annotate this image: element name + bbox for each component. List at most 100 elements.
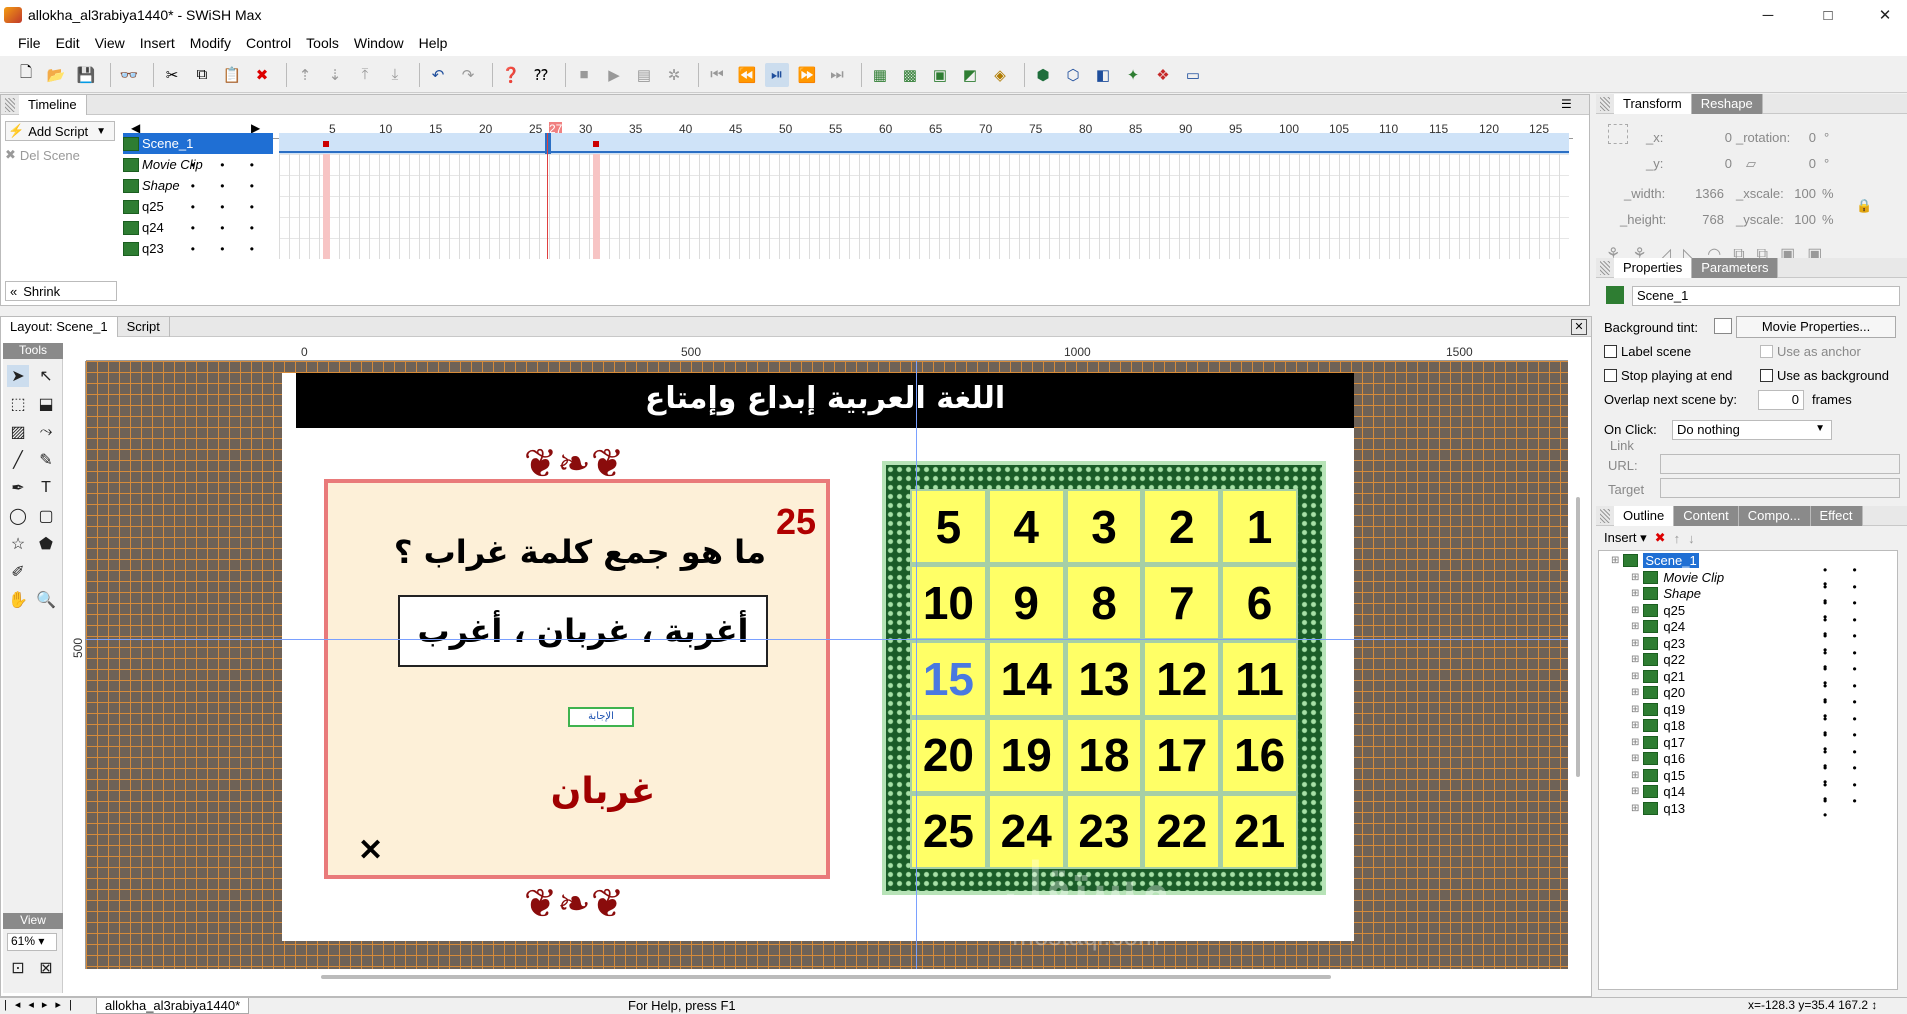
group-icon[interactable]: ⬢ [1031,63,1055,87]
expand-icon[interactable]: ⊞ [1631,753,1639,764]
layer-visibility-dots[interactable]: • • • [191,158,265,172]
vertical-scrollbar[interactable] [1576,497,1580,777]
stop-icon[interactable]: ■ [572,63,596,87]
play-effect-icon[interactable]: ✲ [662,63,686,87]
insert-button-icon[interactable]: ◩ [958,63,982,87]
move-bottom-icon[interactable]: ⤓ [383,63,407,87]
panel-grip[interactable] [5,97,15,112]
zoom-select[interactable]: 61% ▾ [7,933,57,951]
play-icon[interactable]: ▶ [602,63,626,87]
zoom-icon[interactable]: 🔍 [35,589,57,611]
close-button[interactable]: ✕ [1862,0,1907,30]
url-field[interactable] [1660,454,1900,474]
effect-icon[interactable]: ❖ [1151,63,1175,87]
ellipse-icon[interactable]: ◯ [7,505,29,527]
motion-path-icon[interactable]: ⤳ [35,421,57,443]
move-down-icon[interactable]: ↓ [1688,531,1695,546]
tab-parameters[interactable]: Parameters [1692,257,1779,278]
insert-group-icon[interactable]: ▣ [928,63,952,87]
expand-icon[interactable]: ⊞ [1631,605,1639,616]
expand-icon[interactable]: ⊞ [1631,720,1639,731]
number-cell[interactable]: 6 [1223,567,1296,639]
skew-value[interactable]: 0 [1796,156,1816,171]
document-tab[interactable]: allokha_al3rabiya1440* [96,998,250,1014]
target-select[interactable] [1660,478,1900,498]
ungroup-icon[interactable]: ⬡ [1061,63,1085,87]
number-cell[interactable]: 20 [912,719,985,791]
rotation-value[interactable]: 0 [1796,130,1816,145]
panel-grip[interactable] [1600,96,1610,111]
expand-icon[interactable]: ⊞ [1631,572,1639,583]
tab-outline[interactable]: Outline [1614,505,1675,526]
new-file-icon[interactable]: 🗋 [14,63,38,87]
height-value[interactable]: 768 [1678,212,1724,227]
timeline-layer-row[interactable]: q24 • • • [123,217,273,238]
save-icon[interactable]: 💾 [74,63,98,87]
number-cell[interactable]: 8 [1067,567,1141,639]
insert-menu[interactable]: Insert ▾ [1604,530,1647,546]
layer-visibility-dots[interactable]: • • • [191,200,265,214]
anchor-grid-icon[interactable] [1608,124,1628,144]
y-value[interactable]: 0 [1696,156,1732,171]
move-up-icon[interactable]: ⇡ [293,63,317,87]
timeline-layer-row[interactable]: q23 • • • [123,238,273,259]
expand-icon[interactable]: ⊞ [1631,770,1639,781]
tab-components[interactable]: Compo... [1738,505,1811,526]
menu-tools[interactable]: Tools [306,35,339,51]
break-apart-icon[interactable]: ✦ [1121,63,1145,87]
open-folder-icon[interactable]: 📂 [44,63,68,87]
insert-sprite-icon[interactable]: ▩ [898,63,922,87]
insert-content-icon[interactable]: ◈ [988,63,1012,87]
number-cell[interactable]: 5 [912,491,985,563]
expand-icon[interactable]: ⊞ [1611,555,1619,566]
expand-icon[interactable]: ⊞ [1631,737,1639,748]
movie-properties-button[interactable]: Movie Properties... [1736,316,1896,338]
number-cell[interactable]: 13 [1067,643,1141,715]
reshape-icon[interactable]: ⬚ [7,393,29,415]
visibility-dots[interactable]: • • • [1823,794,1891,822]
timeline-layer-row[interactable]: Shape • • • [123,175,273,196]
hand-icon[interactable]: ✋ [7,589,29,611]
number-cell[interactable]: 4 [989,491,1063,563]
yscale-value[interactable]: 100 [1786,212,1816,227]
context-help-icon[interactable]: ⁇ [529,63,553,87]
number-cell[interactable]: 3 [1067,491,1141,563]
xscale-value[interactable]: 100 [1786,186,1816,201]
tab-reshape[interactable]: Reshape [1691,93,1763,114]
use-background-checkbox[interactable]: Use as background [1760,368,1889,383]
previous-frame-icon[interactable]: ⏪ [735,63,759,87]
scene-name-field[interactable]: Scene_1 [1632,286,1900,306]
select-arrow-icon[interactable]: ➤ [7,365,29,387]
delete-icon[interactable]: ✖ [250,63,274,87]
number-cell[interactable]: 12 [1145,643,1219,715]
close-card-icon[interactable]: ✕ [358,833,383,868]
outline-item[interactable]: ⊞ q13 • • • [1631,794,1891,822]
menu-edit[interactable]: Edit [56,35,80,51]
expand-icon[interactable]: ⊞ [1631,687,1639,698]
label-scene-checkbox[interactable]: Label scene [1604,344,1691,359]
timeline-layer-row[interactable]: q25 • • • [123,196,273,217]
number-cell[interactable]: 17 [1145,719,1219,791]
use-anchor-checkbox[interactable]: Use as anchor [1760,344,1861,359]
number-cell[interactable]: 19 [989,719,1063,791]
menu-help[interactable]: Help [419,35,448,51]
overlap-field[interactable]: 0 [1758,390,1804,410]
number-cell[interactable]: 10 [912,567,985,639]
zoom-selection-icon[interactable]: ⊠ [35,957,57,979]
tab-timeline[interactable]: Timeline [19,94,87,115]
panel-menu-icon[interactable]: ☰ [1561,97,1572,111]
tab-transform[interactable]: Transform [1614,93,1692,114]
convert-icon[interactable]: ◧ [1091,63,1115,87]
frame-grid[interactable] [279,133,1569,259]
maximize-button[interactable]: □ [1805,0,1851,30]
zoom-fit-icon[interactable]: ⊡ [7,957,29,979]
del-scene-button[interactable]: ✖ Del Scene [5,145,115,165]
stop-playing-checkbox[interactable]: Stop playing at end [1604,368,1732,383]
bg-tint-swatch[interactable] [1714,318,1732,334]
number-cell[interactable]: 11 [1223,643,1296,715]
menu-control[interactable]: Control [246,35,291,51]
text-icon[interactable]: T [35,477,57,499]
delete-icon[interactable]: ✖ [1655,530,1666,546]
layer-visibility-dots[interactable]: • • • [191,242,265,256]
tab-properties[interactable]: Properties [1614,257,1693,278]
